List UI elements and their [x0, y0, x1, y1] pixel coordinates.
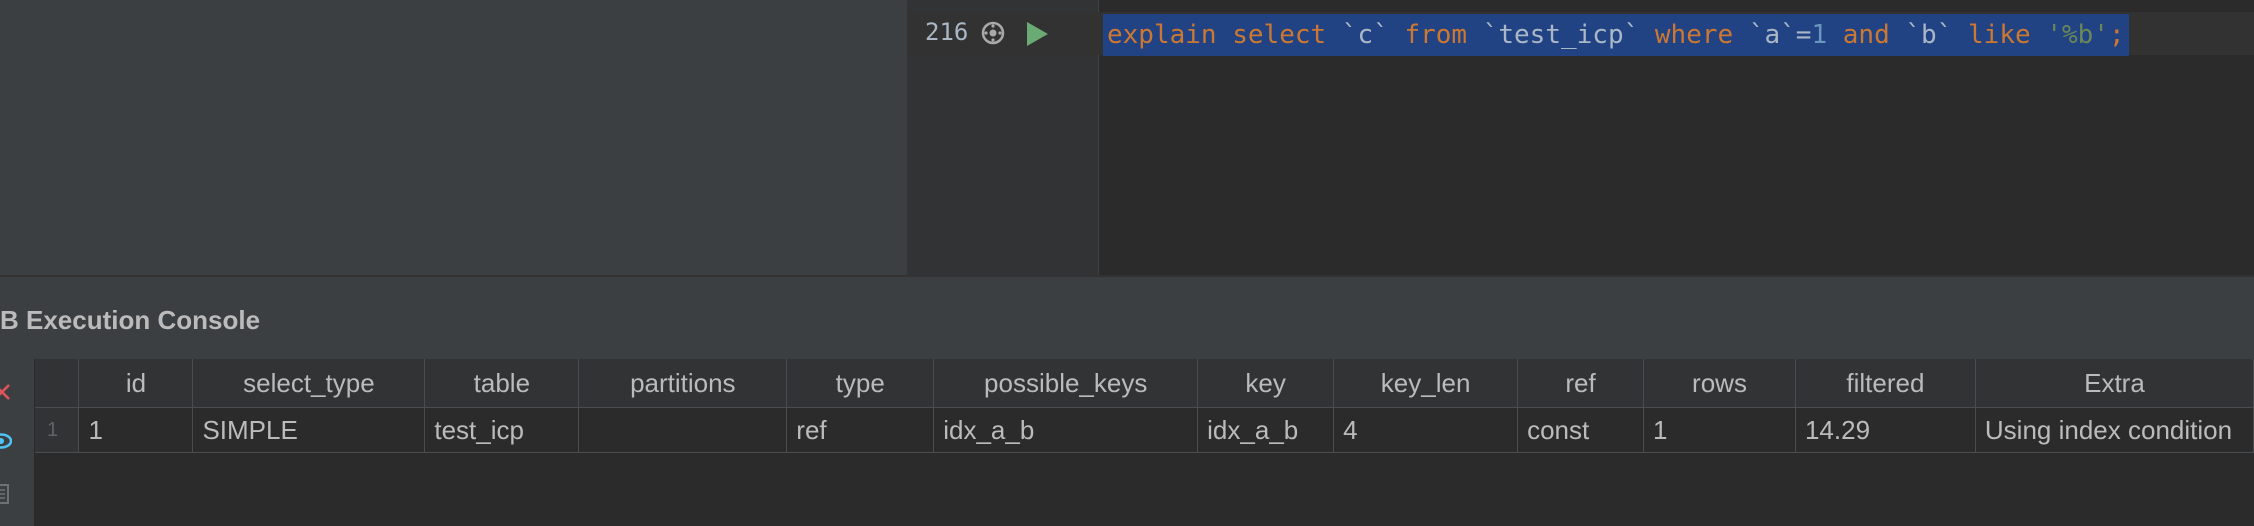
table-cell[interactable]: 1 [78, 407, 194, 453]
sql-token-kw: from [1404, 20, 1468, 50]
table-cell[interactable]: const [1517, 407, 1645, 453]
eye-icon[interactable] [0, 431, 12, 451]
column-header[interactable]: rows [1643, 359, 1796, 408]
result-table: id select_type table partitions type pos… [35, 359, 2254, 453]
sql-token-id: `a`= [1733, 20, 1812, 50]
sql-token-kw: where [1654, 20, 1734, 50]
column-header[interactable]: partitions [578, 359, 788, 408]
sql-token-kw: explain [1107, 20, 1217, 50]
console-title: B Execution Console [0, 305, 261, 335]
console-side-toolbar [0, 359, 35, 526]
sql-token-id: `c` [1326, 20, 1405, 50]
document-icon[interactable] [0, 483, 12, 505]
gear-icon[interactable] [981, 21, 1005, 45]
result-grid-area: id select_type table partitions type pos… [35, 359, 2254, 526]
row-number: 1 [35, 407, 80, 453]
table-row[interactable]: 1 1 SIMPLE test_icp ref idx_a_b idx_a_b … [35, 407, 2254, 453]
column-header[interactable]: ref [1517, 359, 1645, 408]
close-icon[interactable] [0, 382, 12, 402]
console-header: B Execution Console [0, 277, 2254, 359]
column-header[interactable]: filtered [1795, 359, 1976, 408]
table-cell[interactable]: 1 [1643, 407, 1796, 453]
sql-token-kw: like [1968, 20, 2031, 50]
table-cell[interactable]: 14.29 [1795, 407, 1976, 453]
line-number: 216 [925, 18, 969, 46]
column-header[interactable]: select_type [192, 359, 426, 408]
header-row: id select_type table partitions type pos… [35, 359, 2254, 408]
column-header[interactable]: possible_keys [933, 359, 1199, 408]
table-cell[interactable]: ref [786, 407, 935, 453]
sql-token-id [1217, 20, 1233, 50]
sql-token-id [2031, 20, 2047, 50]
sql-token-kw: select [1232, 20, 1327, 50]
table-cell[interactable]: idx_a_b [1197, 407, 1335, 453]
column-header[interactable]: type [786, 359, 935, 408]
run-icon[interactable] [1024, 20, 1050, 48]
table-cell[interactable]: Using index condition [1975, 407, 2254, 453]
column-header[interactable]: Extra [1975, 359, 2254, 408]
sql-token-kw: and [1842, 20, 1890, 50]
table-cell[interactable]: SIMPLE [192, 407, 426, 453]
column-header[interactable]: key_len [1333, 359, 1519, 408]
sql-token-str: '%b' [2046, 20, 2109, 50]
sql-statement[interactable]: explain select `c` from `test_icp` where… [1103, 14, 2129, 56]
database-explorer-pane [0, 0, 907, 275]
table-cell[interactable]: 4 [1333, 407, 1519, 453]
row-number-header[interactable] [35, 359, 80, 408]
sql-token-id [1827, 20, 1843, 50]
table-cell[interactable] [578, 407, 788, 453]
column-header[interactable]: table [424, 359, 580, 408]
sql-token-id: `b` [1889, 20, 1969, 50]
sql-token-kw: ; [2108, 20, 2125, 50]
table-cell[interactable]: test_icp [424, 407, 580, 453]
table-cell[interactable]: idx_a_b [933, 407, 1199, 453]
column-header[interactable]: key [1197, 359, 1335, 408]
sql-token-id: `test_icp` [1467, 20, 1655, 50]
column-header[interactable]: id [78, 359, 194, 408]
sql-token-num: 1 [1811, 20, 1828, 50]
